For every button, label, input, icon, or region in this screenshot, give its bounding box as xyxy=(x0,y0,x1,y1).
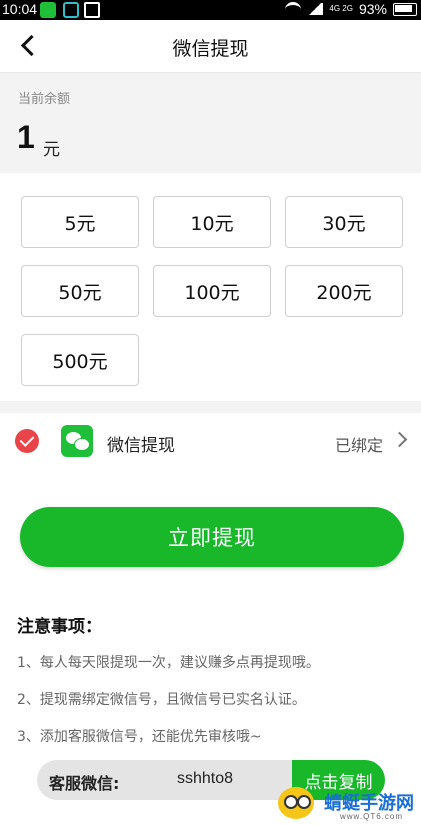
note-item: 3、添加客服微信号，还能优先审核哦~ xyxy=(17,729,262,745)
contact-wechat-id: sshhto8 xyxy=(177,770,234,787)
network-type: 4G 2G xyxy=(329,4,353,13)
battery-percent: 93% xyxy=(358,1,387,17)
amount-options: 5元 10元 30元 50元 100元 200元 500元 xyxy=(0,173,421,401)
signal-icon xyxy=(307,3,324,15)
section-divider xyxy=(0,401,421,413)
chevron-right-icon[interactable] xyxy=(391,431,408,448)
balance-label: 当前余额 xyxy=(18,92,71,107)
amount-option-5[interactable]: 5元 xyxy=(21,196,139,248)
amount-option-50[interactable]: 50元 xyxy=(21,265,139,317)
check-icon[interactable] xyxy=(15,429,39,453)
watermark-logo: 蜻蜓手游网 www.QT6.com xyxy=(278,785,421,825)
status-time: 10:04 xyxy=(2,1,38,17)
amount-option-200[interactable]: 200元 xyxy=(285,265,403,317)
payment-method-label: 微信提现 xyxy=(107,436,175,456)
page-title: 微信提现 xyxy=(172,38,249,60)
app-notification-icon-2 xyxy=(84,2,100,18)
amount-option-10[interactable]: 10元 xyxy=(153,196,271,248)
amount-option-100[interactable]: 100元 xyxy=(153,265,271,317)
balance-amount: 1 xyxy=(17,119,35,155)
contact-label: 客服微信: xyxy=(49,774,120,793)
payment-bind-status: 已绑定 xyxy=(334,436,383,455)
status-right: 4G 2G 93% xyxy=(285,1,417,17)
dragonfly-logo-icon xyxy=(278,787,314,819)
notes-title: 注意事项： xyxy=(17,617,102,637)
watermark-domain: www.QT6.com xyxy=(340,812,404,821)
payment-method-row[interactable]: 微信提现 已绑定 xyxy=(0,413,421,469)
withdraw-button[interactable]: 立即提现 xyxy=(20,507,404,567)
header: 微信提现 xyxy=(0,20,421,73)
balance-section: 当前余额 1 元 xyxy=(0,73,421,173)
balance-unit: 元 xyxy=(43,140,60,160)
amount-option-30[interactable]: 30元 xyxy=(285,196,403,248)
status-bar: 10:04 4G 2G 93% xyxy=(0,0,421,20)
amount-option-500[interactable]: 500元 xyxy=(21,334,139,386)
app-notification-icon xyxy=(63,2,79,18)
note-item: 2、提现需绑定微信号，且微信号已实名认证。 xyxy=(17,692,306,708)
wechat-notification-icon xyxy=(40,2,56,18)
note-item: 1、每人每天限提现一次，建议赚多点再提现哦。 xyxy=(17,655,320,671)
wechat-icon xyxy=(61,425,93,457)
wifi-icon xyxy=(285,1,302,17)
battery-icon xyxy=(393,2,417,16)
